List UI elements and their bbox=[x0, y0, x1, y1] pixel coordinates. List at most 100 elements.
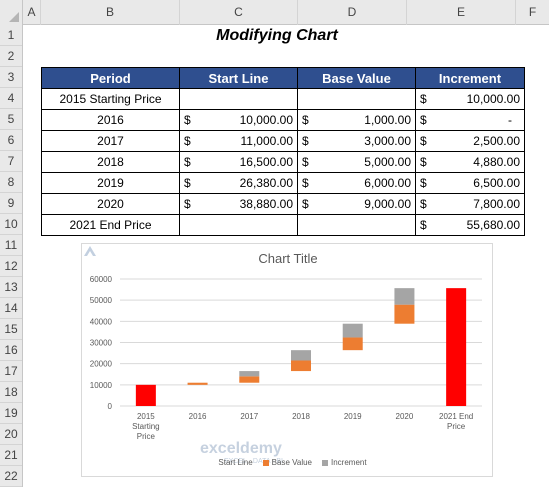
row-header-12[interactable]: 12 bbox=[0, 256, 22, 277]
header-base-value[interactable]: Base Value bbox=[297, 67, 416, 89]
cell-inc[interactable]: $2,500.00 bbox=[415, 130, 525, 152]
row-header-8[interactable]: 8 bbox=[0, 172, 22, 193]
column-header-b[interactable]: B bbox=[41, 0, 180, 25]
row-header-20[interactable]: 20 bbox=[0, 424, 22, 445]
currency-symbol: $ bbox=[184, 134, 191, 148]
cell-period[interactable]: 2015 Starting Price bbox=[41, 88, 180, 110]
x-tick-label: 2020 bbox=[396, 412, 414, 421]
column-header-c[interactable]: C bbox=[180, 0, 298, 25]
x-tick-label: 2018 bbox=[292, 412, 310, 421]
row-header-11[interactable]: 11 bbox=[0, 235, 22, 256]
row-header-16[interactable]: 16 bbox=[0, 340, 22, 361]
row-header-4[interactable]: 4 bbox=[0, 88, 22, 109]
row-header-10[interactable]: 10 bbox=[0, 214, 22, 235]
currency-symbol: $ bbox=[184, 113, 191, 127]
select-all-corner[interactable] bbox=[0, 0, 23, 25]
row-header-5[interactable]: 5 bbox=[0, 109, 22, 130]
row-header-21[interactable]: 21 bbox=[0, 445, 22, 466]
cell-base[interactable]: $9,000.00 bbox=[297, 193, 416, 215]
row-header-1[interactable]: 1 bbox=[0, 25, 22, 46]
cell-base[interactable] bbox=[297, 214, 416, 236]
header-start-line[interactable]: Start Line bbox=[179, 67, 298, 89]
cell-inc[interactable]: $55,680.00 bbox=[415, 214, 525, 236]
column-header-d[interactable]: D bbox=[298, 0, 407, 25]
cell-base[interactable]: $1,000.00 bbox=[297, 109, 416, 131]
bar-increment bbox=[239, 371, 260, 377]
cell-value: 10,000.00 bbox=[239, 113, 293, 127]
column-header-f[interactable]: F bbox=[516, 0, 549, 25]
row-header-19[interactable]: 19 bbox=[0, 403, 22, 424]
cell-base[interactable]: $5,000.00 bbox=[297, 151, 416, 173]
cell-start[interactable]: $38,880.00 bbox=[179, 193, 298, 215]
currency-symbol: $ bbox=[302, 155, 309, 169]
cell-inc[interactable]: $6,500.00 bbox=[415, 172, 525, 194]
legend-label: Start Line bbox=[218, 458, 253, 467]
column-header-e[interactable]: E bbox=[407, 0, 516, 25]
bar-base-value bbox=[239, 376, 260, 383]
column-header-a[interactable]: A bbox=[23, 0, 41, 25]
currency-symbol: $ bbox=[184, 155, 191, 169]
cell-base[interactable]: $6,000.00 bbox=[297, 172, 416, 194]
y-tick-label: 20000 bbox=[90, 360, 113, 369]
y-tick-label: 30000 bbox=[90, 339, 113, 348]
currency-symbol: $ bbox=[420, 197, 427, 211]
bar-base-value bbox=[394, 304, 415, 324]
row-header-13[interactable]: 13 bbox=[0, 277, 22, 298]
cell-inc[interactable]: $7,800.00 bbox=[415, 193, 525, 215]
cell-start[interactable] bbox=[179, 88, 298, 110]
legend-label: Increment bbox=[331, 458, 367, 467]
table-row: 2020 $38,880.00 $9,000.00 $7,800.00 bbox=[41, 193, 525, 215]
cell-period[interactable]: 2021 End Price bbox=[41, 214, 180, 236]
cell-value: 7,800.00 bbox=[473, 197, 520, 211]
row-header-6[interactable]: 6 bbox=[0, 130, 22, 151]
row-header-7[interactable]: 7 bbox=[0, 151, 22, 172]
cell-period[interactable]: 2016 bbox=[41, 109, 180, 131]
cell-period[interactable]: 2020 bbox=[41, 193, 180, 215]
cell-base[interactable]: $3,000.00 bbox=[297, 130, 416, 152]
legend-item-start-line[interactable]: Start Line bbox=[209, 458, 253, 467]
cell-start[interactable]: $11,000.00 bbox=[179, 130, 298, 152]
cell-start[interactable]: $26,380.00 bbox=[179, 172, 298, 194]
table-row: 2015 Starting Price $10,000.00 bbox=[41, 88, 525, 110]
bar-increment bbox=[342, 323, 363, 338]
cell-period[interactable]: 2017 bbox=[41, 130, 180, 152]
legend-item-base-value[interactable]: Base Value bbox=[262, 458, 312, 467]
row-header-22[interactable]: 22 bbox=[0, 466, 22, 487]
cell-start[interactable]: $16,500.00 bbox=[179, 151, 298, 173]
watermark-text: exceldemy bbox=[200, 440, 282, 457]
header-increment[interactable]: Increment bbox=[415, 67, 525, 89]
x-tick-label: Starting bbox=[132, 422, 160, 431]
legend-swatch-base bbox=[262, 459, 269, 466]
currency-symbol: $ bbox=[420, 176, 427, 190]
cell-value: 9,000.00 bbox=[364, 197, 411, 211]
cell-inc[interactable]: $10,000.00 bbox=[415, 88, 525, 110]
row-header-15[interactable]: 15 bbox=[0, 319, 22, 340]
cell-period[interactable]: 2019 bbox=[41, 172, 180, 194]
cell-inc[interactable]: $ - bbox=[415, 109, 525, 131]
cell-period[interactable]: 2018 bbox=[41, 151, 180, 173]
row-header-2[interactable]: 2 bbox=[0, 46, 22, 67]
bar-base-value bbox=[342, 337, 363, 351]
cell-value: 16,500.00 bbox=[239, 155, 293, 169]
cell-start[interactable]: $10,000.00 bbox=[179, 109, 298, 131]
row-header-17[interactable]: 17 bbox=[0, 361, 22, 382]
waterfall-chart[interactable]: Chart Title 0 10000 20000 30000 40000 50000 60… bbox=[81, 243, 493, 477]
cell-value: 3,000.00 bbox=[364, 134, 411, 148]
exceldemy-logo-icon bbox=[84, 246, 96, 256]
bar-base-value bbox=[187, 382, 208, 385]
header-period[interactable]: Period bbox=[41, 67, 180, 89]
row-header-18[interactable]: 18 bbox=[0, 382, 22, 403]
legend-item-increment[interactable]: Increment bbox=[322, 458, 367, 467]
chart-legend[interactable]: Start Line Base Value Increment bbox=[82, 458, 494, 467]
select-all-triangle-icon bbox=[9, 12, 19, 22]
bar-increment bbox=[394, 288, 415, 305]
row-header-9[interactable]: 9 bbox=[0, 193, 22, 214]
cell-inc[interactable]: $4,880.00 bbox=[415, 151, 525, 173]
cell-start[interactable] bbox=[179, 214, 298, 236]
cell-value: 4,880.00 bbox=[473, 155, 520, 169]
legend-swatch-start bbox=[209, 459, 216, 466]
legend-swatch-increment bbox=[322, 459, 328, 466]
row-header-3[interactable]: 3 bbox=[0, 67, 22, 88]
row-header-14[interactable]: 14 bbox=[0, 298, 22, 319]
cell-base[interactable] bbox=[297, 88, 416, 110]
